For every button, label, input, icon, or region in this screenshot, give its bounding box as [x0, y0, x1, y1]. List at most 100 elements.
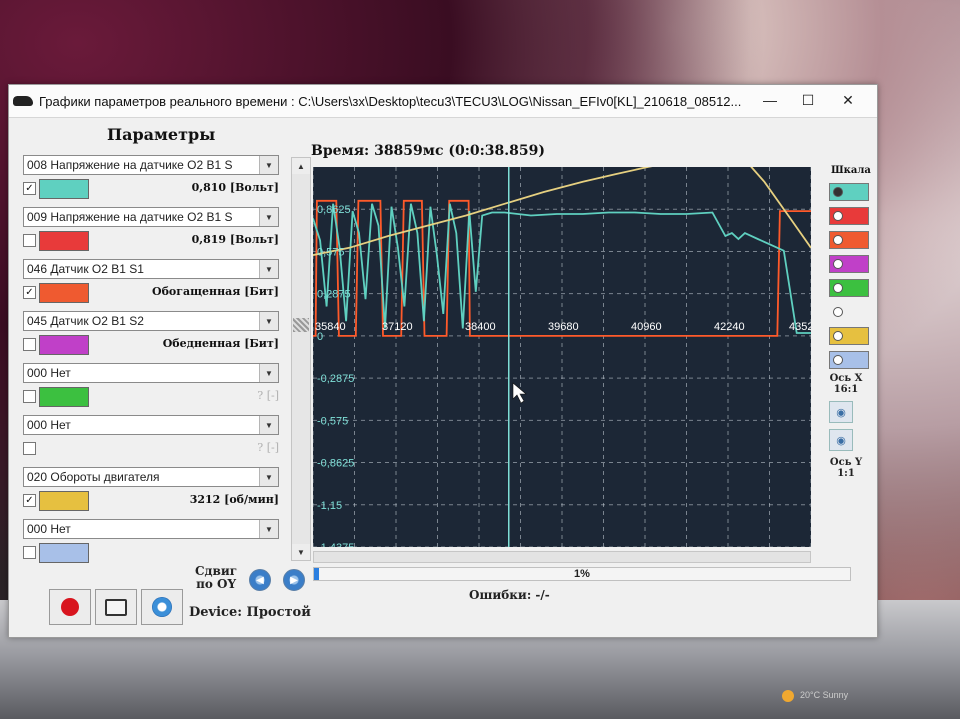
y-tick-label: 0,575	[317, 246, 345, 258]
progress-text: 1%	[574, 568, 590, 580]
scale-radio-icon[interactable]	[833, 331, 843, 341]
param-select-label: 008 Напряжение на датчике O2 B1 S	[27, 158, 233, 172]
scale-select-4[interactable]	[829, 255, 869, 273]
chevron-down-icon[interactable]: ▼	[259, 156, 278, 174]
scroll-down-icon[interactable]: ▼	[292, 544, 310, 560]
axis-x-label: Ось Х 16:1	[829, 373, 863, 395]
y-tick-label: -0,2875	[317, 373, 354, 385]
chevron-down-icon[interactable]: ▼	[259, 520, 278, 538]
param-select-8[interactable]: 000 Нет ▼	[23, 519, 279, 539]
param-select-label: 009 Напряжение на датчике O2 B1 S	[27, 210, 233, 224]
shift-up-button[interactable]: ▶	[283, 569, 305, 591]
record-button[interactable]	[49, 589, 91, 625]
param-row-6: ? [-]	[23, 439, 279, 461]
chevron-down-icon[interactable]: ▼	[259, 312, 278, 330]
param-select-7[interactable]: 020 Обороты двигателя ▼	[23, 467, 279, 487]
window-title: Графики параметров реального времени : C…	[39, 93, 742, 109]
chevron-down-icon[interactable]: ▼	[259, 208, 278, 226]
param-select-label: 045 Датчик O2 B1 S2	[27, 314, 144, 328]
scale-select-1[interactable]	[829, 183, 869, 201]
realtime-graphs-window: Графики параметров реального времени : C…	[8, 84, 878, 638]
save-button[interactable]	[141, 589, 183, 625]
minimize-button[interactable]: —	[755, 89, 785, 111]
folder-icon	[105, 598, 127, 616]
scale-radio-icon[interactable]	[833, 235, 843, 245]
chart-area[interactable]: 0,8625 0,575 0,2875 0 -0,2875 -0,575 -0,8625 -1…	[313, 167, 811, 547]
x-tick-label: 39680	[548, 321, 579, 333]
y-tick-label: 0,8625	[317, 204, 351, 216]
axis-x-unzoom-icon[interactable]: ◉	[829, 429, 853, 451]
x-tick-label: 35840	[315, 321, 346, 333]
param-row-8	[23, 543, 279, 565]
chevron-down-icon[interactable]: ▼	[259, 364, 278, 382]
param-scrollbar[interactable]: ▲ ▼	[291, 157, 311, 561]
param-color-swatch[interactable]	[39, 387, 89, 407]
param-select-1[interactable]: 008 Напряжение на датчике O2 B1 S ▼	[23, 155, 279, 175]
time-readout: Время: 38859мс (0:0:38.859)	[311, 143, 545, 159]
param-row-7: ✓ 3212 [об/мин]	[23, 491, 279, 513]
title-bar[interactable]: Графики параметров реального времени : C…	[9, 85, 877, 118]
chevron-down-icon[interactable]: ▼	[259, 468, 278, 486]
param-select-4[interactable]: 045 Датчик O2 B1 S2 ▼	[23, 311, 279, 331]
x-tick-label: 4352	[789, 321, 811, 333]
param-color-swatch[interactable]	[39, 491, 89, 511]
scroll-thumb[interactable]	[293, 318, 309, 332]
scale-select-8[interactable]	[829, 351, 869, 369]
param-visible-checkbox[interactable]	[23, 390, 36, 403]
time-scrollbar[interactable]	[313, 551, 811, 563]
param-select-label: 020 Обороты двигателя	[27, 470, 160, 484]
param-select-label: 000 Нет	[27, 418, 71, 432]
param-value: ? [-]	[257, 441, 279, 454]
param-row-5: ? [-]	[23, 387, 279, 409]
x-tick-label: 42240	[714, 321, 745, 333]
scale-radio-icon[interactable]	[833, 355, 843, 365]
param-color-swatch[interactable]	[39, 543, 89, 563]
scale-radio-icon[interactable]	[833, 187, 843, 197]
scale-select-7[interactable]	[829, 327, 869, 345]
param-value: 3212 [об/мин]	[189, 493, 279, 506]
param-row-2: 0,819 [Вольт]	[23, 231, 279, 253]
scale-radio-icon[interactable]	[833, 283, 843, 293]
scale-select-5[interactable]	[829, 279, 869, 297]
param-select-3[interactable]: 046 Датчик O2 B1 S1 ▼	[23, 259, 279, 279]
scale-select-2[interactable]	[829, 207, 869, 225]
open-button[interactable]	[95, 589, 137, 625]
param-visible-checkbox[interactable]	[23, 234, 36, 247]
params-title: Параметры	[107, 125, 216, 144]
close-button[interactable]: ✕	[833, 89, 863, 111]
param-value: Обогащенная [Бит]	[152, 285, 279, 298]
maximize-button[interactable]: ☐	[793, 89, 823, 111]
param-color-swatch[interactable]	[39, 283, 89, 303]
param-select-label: 046 Датчик O2 B1 S1	[27, 262, 144, 276]
scale-radio-icon[interactable]	[833, 211, 843, 221]
device-label: Device: Простой	[189, 605, 311, 620]
param-color-swatch[interactable]	[39, 231, 89, 251]
param-visible-checkbox[interactable]: ✓	[23, 182, 36, 195]
x-tick-label: 37120	[382, 321, 413, 333]
param-select-5[interactable]: 000 Нет ▼	[23, 363, 279, 383]
param-row-4: Обедненная [Бит]	[23, 335, 279, 357]
param-value: 0,819 [Вольт]	[191, 233, 279, 246]
param-visible-checkbox[interactable]	[23, 442, 36, 455]
realtime-chart: 0,86250,5750,28750-0,2875-0,575-0,8625-1…	[313, 167, 811, 547]
param-value: Обедненная [Бит]	[162, 337, 279, 350]
disk-icon	[152, 597, 172, 617]
param-select-2[interactable]: 009 Напряжение на датчике O2 B1 S ▼	[23, 207, 279, 227]
scale-select-3[interactable]	[829, 231, 869, 249]
scale-select-6[interactable]	[829, 303, 869, 321]
param-visible-checkbox[interactable]	[23, 338, 36, 351]
errors-label: Ошибки: -/-	[469, 588, 550, 602]
chevron-down-icon[interactable]: ▼	[259, 260, 278, 278]
shift-down-button[interactable]: ◀	[249, 569, 271, 591]
param-visible-checkbox[interactable]: ✓	[23, 286, 36, 299]
scale-radio-icon[interactable]	[833, 259, 843, 269]
axis-x-zoom-icon[interactable]: ◉	[829, 401, 853, 423]
param-color-swatch[interactable]	[39, 179, 89, 199]
scale-radio-icon[interactable]	[833, 307, 843, 317]
param-color-swatch[interactable]	[39, 335, 89, 355]
param-visible-checkbox[interactable]: ✓	[23, 494, 36, 507]
param-select-6[interactable]: 000 Нет ▼	[23, 415, 279, 435]
param-visible-checkbox[interactable]	[23, 546, 36, 559]
chevron-down-icon[interactable]: ▼	[259, 416, 278, 434]
scroll-up-icon[interactable]: ▲	[292, 158, 310, 174]
